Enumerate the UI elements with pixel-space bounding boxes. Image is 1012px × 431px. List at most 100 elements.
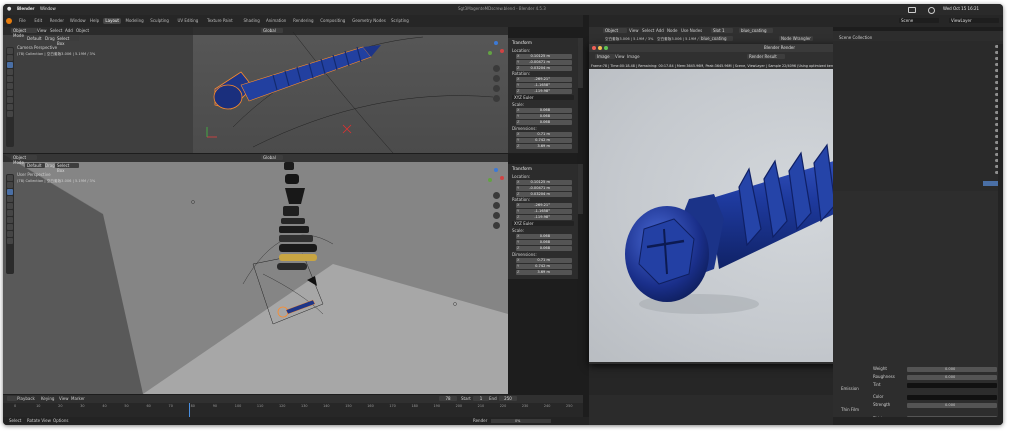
render-menu-image[interactable]: Image [627,54,640,60]
playhead[interactable] [189,403,191,417]
camera-tool-icon[interactable] [7,111,13,117]
shader-menu-node[interactable]: Node [667,28,677,34]
orientation-dropdown-bottom[interactable]: Default [25,163,45,168]
move-tool-icon[interactable] [7,62,13,68]
playback-controls[interactable] [263,396,323,401]
menu-select[interactable]: Select [50,28,62,34]
rotation-mode-bottom[interactable]: XYZ Euler [512,221,574,226]
current-frame-field[interactable]: 78 [439,396,457,401]
material-dropdown[interactable]: blue_coating [739,28,773,33]
rotation-field-y[interactable]: Y -1.1658° [516,83,572,88]
scale-field-y[interactable]: Y 0.068 [516,114,572,119]
shader-menu-add[interactable]: Add [656,28,664,34]
selected-outliner-row[interactable] [983,181,998,186]
keying-menu[interactable]: Keying [41,396,54,402]
dimensions-field-z[interactable]: Z 3.69 m [516,270,572,275]
menu-object[interactable]: Object [76,28,89,34]
camera-view-icon[interactable] [493,85,500,92]
scale-tool-icon[interactable] [7,76,13,82]
select-box-dropdown[interactable]: Select Box [55,36,79,46]
location-field-y[interactable]: Y -0.00471 m [516,186,572,191]
workspace-tab[interactable]: UV Editing [175,18,200,24]
battery-icon[interactable] [908,7,916,13]
material-dropdown-2[interactable]: blue_coating [699,36,733,41]
location-field-x[interactable]: X 0.10125 m [516,54,572,59]
menu-view[interactable]: View [37,28,47,34]
emission-section[interactable]: Emission [841,386,859,392]
camera-tool-icon[interactable] [7,238,13,244]
rotation-field-x[interactable]: X -269.21° [516,77,572,82]
workspace-tab[interactable]: Edit [32,18,44,24]
workspace-tab[interactable]: Compositing [318,18,347,24]
view-layer-selector[interactable]: ViewLayer [949,18,999,23]
render-result-dropdown[interactable]: Render Result [747,54,785,59]
timeline-editor-type-icon[interactable] [7,396,17,401]
sidebar-tabs[interactable] [578,38,583,88]
add-cube-tool-icon[interactable] [7,231,13,237]
measure-tool-icon[interactable] [7,224,13,230]
scale-field-z[interactable]: Z 0.068 [516,120,572,125]
sidebar-tabs-bottom[interactable] [578,164,583,214]
mode-dropdown[interactable]: Object Mode [11,28,37,38]
shader-object-dropdown[interactable]: Object [603,28,627,33]
dimensions-field-y[interactable]: Y 0.742 m [516,138,572,143]
annotate-tool-icon[interactable] [7,90,13,96]
mode-dropdown-bottom[interactable]: Object Mode [11,155,37,165]
apple-icon[interactable]: ● [7,6,11,12]
node-wrangler-tab[interactable]: Node Wrangler [779,36,813,41]
image-mode-dropdown[interactable]: Image [595,54,615,59]
transform-tool-icon[interactable] [7,83,13,89]
pan-icon[interactable] [493,75,500,82]
blender-logo-icon[interactable] [6,18,12,24]
workspace-tab[interactable]: File [17,18,28,24]
rotate-tool-icon[interactable] [7,196,13,202]
scale-field-x[interactable]: X 0.068 [516,108,572,113]
workspace-tab[interactable]: Render [48,18,66,24]
navigation-gizmo-bottom[interactable] [487,168,505,186]
outliner[interactable] [833,41,1003,191]
measure-tool-icon[interactable] [7,97,13,103]
workspace-tab[interactable]: Animation [264,18,288,24]
ortho-toggle-icon[interactable] [493,222,500,229]
playback-menu[interactable]: Playback [17,396,35,402]
workspace-tab[interactable]: Texture Paint [205,18,235,24]
tweak-tool-icon[interactable] [7,175,13,181]
dimensions-field-y[interactable]: Y 0.742 m [516,264,572,269]
thin-film-section[interactable]: Thin Film [841,407,859,413]
workspace-tab[interactable]: Sculpting [148,18,171,24]
properties-tabs[interactable] [998,44,1003,424]
shader-menu-select[interactable]: Select [642,28,654,34]
zoom-icon[interactable] [493,65,500,72]
move-tool-icon[interactable] [7,189,13,195]
workspace-tab[interactable]: Scripting [389,18,411,24]
scale-field-z[interactable]: Z 0.068 [516,246,572,251]
workspace-tab[interactable]: Shading [242,18,262,24]
prop-value-field[interactable] [907,394,997,400]
use-nodes-checkbox[interactable]: Use Nodes [681,28,702,34]
workspace-tab[interactable]: Geometry Nodes [350,18,388,24]
add-cube-tool-icon[interactable] [7,104,13,110]
top-3d-viewport[interactable]: Object Mode View Select Add Object Globa… [3,27,508,153]
ortho-toggle-icon[interactable] [493,95,500,102]
cursor-tool-icon[interactable] [7,182,13,188]
prop-value-field[interactable]: 0.000 [907,402,997,408]
timeline-track[interactable]: 0 10 20 30 40 50 60 70 80 90 100 110 120 130 140 150 160… [3,403,583,417]
annotate-tool-icon[interactable] [7,217,13,223]
workspace-tab[interactable]: Modeling [124,18,146,24]
maximize-icon[interactable] [604,46,608,50]
prop-value-field[interactable]: 0.000 [907,366,997,372]
prop-value-field[interactable]: 0.000 [907,374,997,380]
shader-menu-view[interactable]: View [629,28,639,34]
render-menu-view[interactable]: View [615,54,625,60]
camera-view-icon[interactable] [493,212,500,219]
workspace-tab[interactable]: Help [88,18,101,24]
window-menu[interactable]: Window [40,6,56,12]
rotation-field-z[interactable]: Z -119.98° [516,215,572,220]
zoom-icon[interactable] [493,192,500,199]
marker-menu[interactable]: Marker [71,396,85,402]
orientation-dropdown[interactable]: Default [25,36,45,41]
pan-icon[interactable] [493,202,500,209]
workspace-tab[interactable]: Layout [103,18,121,24]
cursor-tool-icon[interactable] [7,55,13,61]
prop-value-field[interactable] [907,382,997,388]
